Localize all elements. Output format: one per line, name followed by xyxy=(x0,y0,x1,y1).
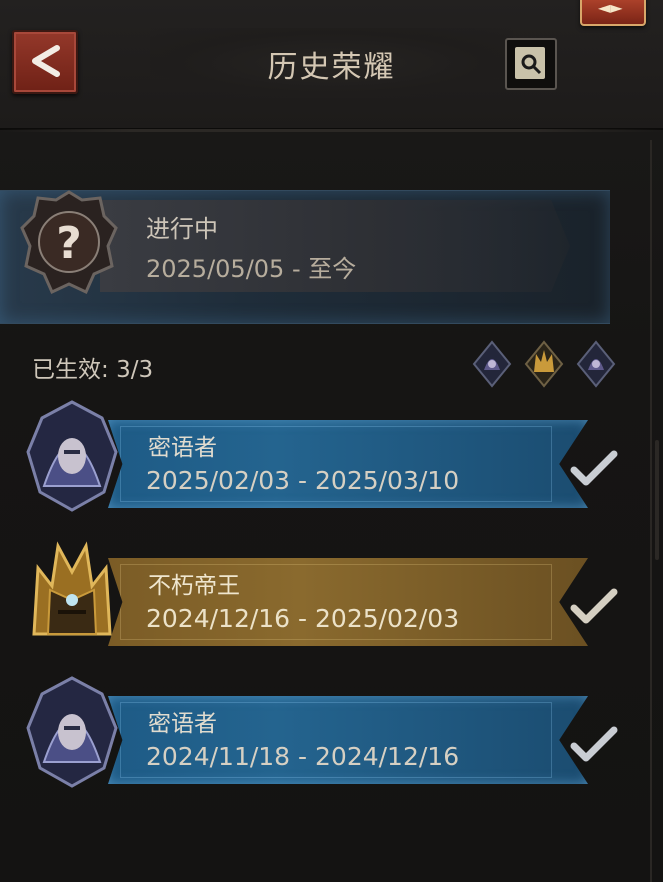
top-corner-button[interactable]: ◄► xyxy=(580,0,646,26)
history-row[interactable]: 密语者 2024/11/18 - 2024/12/16 xyxy=(0,676,640,796)
emperor-mini-icon xyxy=(524,340,564,388)
whisperer-mini-icon xyxy=(576,340,616,388)
unknown-question-icon: ? xyxy=(20,190,118,295)
svg-text:?: ? xyxy=(56,218,82,269)
effective-count-row: 已生效: 3/3 xyxy=(32,350,153,384)
row-title: 密语者 xyxy=(148,435,217,461)
check-icon xyxy=(570,726,618,762)
row-dates: 2024/11/18 - 2024/12/16 xyxy=(146,742,460,771)
expand-arrows-icon: ◄► xyxy=(598,0,623,17)
history-honors-screen: ◄► 历史荣耀 ? 进行中 2025/05/05 - 至今 已生效: 3/3 密… xyxy=(0,0,663,882)
current-season-dates: 2025/05/05 - 至今 xyxy=(146,255,357,283)
history-row[interactable]: 不朽帝王 2024/12/16 - 2025/02/03 xyxy=(0,538,640,658)
history-row[interactable]: 密语者 2025/02/03 - 2025/03/10 xyxy=(0,400,640,520)
page-title: 历史荣耀 xyxy=(267,50,396,85)
golden-emperor-icon xyxy=(32,541,112,636)
row-dates: 2024/12/16 - 2025/02/03 xyxy=(146,604,460,633)
check-icon xyxy=(570,450,618,486)
effective-label: 已生效: xyxy=(32,357,109,383)
hooded-whisperer-icon xyxy=(26,400,118,512)
whisperer-mini-icon xyxy=(472,340,512,388)
row-dates: 2025/02/03 - 2025/03/10 xyxy=(146,466,460,495)
effective-count: 3/3 xyxy=(116,357,154,383)
magnifier-icon xyxy=(521,54,542,75)
record-search-button[interactable] xyxy=(505,38,557,90)
header-bar: ◄► 历史荣耀 xyxy=(0,0,663,132)
check-icon xyxy=(570,588,618,624)
row-title: 密语者 xyxy=(148,711,217,737)
hooded-whisperer-icon xyxy=(26,676,118,788)
scrollbar[interactable] xyxy=(655,440,659,560)
current-season-status: 进行中 xyxy=(146,215,218,243)
row-title: 不朽帝王 xyxy=(148,573,240,599)
